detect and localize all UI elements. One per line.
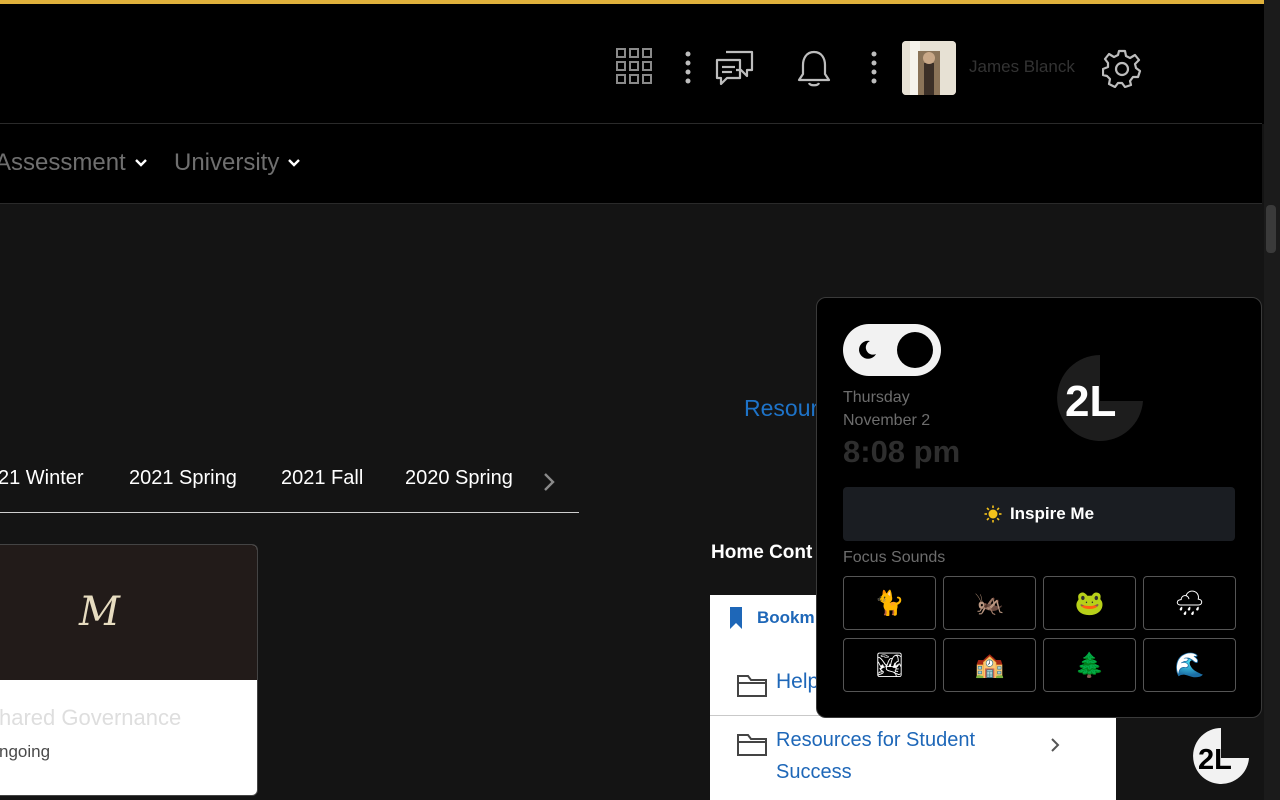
- chevron-right-icon[interactable]: [1050, 737, 1060, 753]
- chevron-right-icon[interactable]: [541, 471, 557, 493]
- course-logo: M: [79, 589, 120, 635]
- messages-icon[interactable]: [714, 48, 756, 88]
- focus-widget-panel: Thursday November 2 8:08 pm 2L Inspire M…: [816, 297, 1262, 718]
- nav-item-label: Assessment: [0, 149, 126, 176]
- inspire-me-button[interactable]: Inspire Me: [843, 487, 1235, 541]
- sun-icon: [984, 505, 1002, 523]
- sound-button-wave[interactable]: 🌊: [1143, 638, 1236, 692]
- bookmark-icon: [730, 607, 742, 629]
- widget-time: 8:08 pm: [843, 434, 961, 469]
- list-item-label[interactable]: Resources for Student Success: [776, 724, 1006, 788]
- scrollbar-thumb[interactable]: [1266, 205, 1276, 253]
- avatar-photo: [902, 41, 956, 95]
- top-bar: James Blanck: [0, 0, 1280, 124]
- cat-icon: 🐈: [874, 589, 905, 617]
- floating-2l-text: 2L: [1198, 744, 1232, 776]
- course-card[interactable]: M hared Governance ngoing: [0, 544, 258, 796]
- list-item-resources-for-student-success[interactable]: Resources for Student Success: [710, 716, 1116, 800]
- brand-logo-2l: 2L: [1057, 355, 1143, 441]
- page-scrollbar[interactable]: [1264, 0, 1280, 800]
- inspire-me-label: Inspire Me: [1009, 504, 1095, 523]
- sound-button-landscape[interactable]: 🏞: [843, 638, 936, 692]
- widget-date: November 2: [843, 412, 931, 429]
- landscape-icon: 🏞: [874, 651, 905, 679]
- pine-tree-icon: 🌲: [1074, 651, 1105, 679]
- frog-icon: 🐸: [1074, 589, 1105, 617]
- sound-button-cat[interactable]: 🐈: [843, 576, 936, 630]
- building-icon: 🏫: [974, 651, 1005, 679]
- settings-gear-icon[interactable]: [1102, 48, 1142, 88]
- notifications-bell-icon[interactable]: [796, 48, 832, 88]
- brand-logo-text: 2L: [1065, 377, 1116, 426]
- tab-2020-spring[interactable]: 2020 Spring: [405, 467, 519, 490]
- course-status: ngoing: [0, 742, 51, 761]
- course-banner: M: [0, 545, 257, 680]
- sound-button-cricket[interactable]: 🦗: [943, 576, 1036, 630]
- toggle-knob: [897, 332, 933, 368]
- widget-day: Thursday: [843, 389, 910, 406]
- bookmarks-label: Bookm: [757, 608, 815, 627]
- focus-sounds-title: Focus Sounds: [843, 549, 946, 566]
- folder-icon: [737, 675, 767, 697]
- tab-2021-fall[interactable]: 2021 Fall: [281, 467, 363, 490]
- course-nav-bar: Assessment University: [0, 124, 1262, 204]
- avatar[interactable]: [902, 41, 956, 95]
- dark-mode-toggle[interactable]: [843, 324, 941, 376]
- list-item-label[interactable]: Help: [776, 670, 819, 694]
- sound-button-rain[interactable]: 🌧: [1143, 576, 1236, 630]
- sound-button-frog[interactable]: 🐸: [1043, 576, 1136, 630]
- tab-21-winter[interactable]: 21 Winter: [0, 467, 84, 490]
- chevron-down-icon: [288, 159, 301, 167]
- nav-item-assessment[interactable]: Assessment: [0, 149, 148, 177]
- vertical-dots-icon: [685, 51, 691, 84]
- focus-sounds-grid: 🐈 🦗 🐸 🌧 🏞 🏫 🌲 🌊: [843, 576, 1237, 692]
- nav-item-label: University: [174, 149, 280, 176]
- wave-icon: 🌊: [1174, 651, 1205, 679]
- vertical-dots-icon: [871, 51, 877, 84]
- sound-button-pine-tree[interactable]: 🌲: [1043, 638, 1136, 692]
- user-name[interactable]: James Blanck: [969, 57, 1075, 77]
- sound-button-building[interactable]: 🏫: [943, 638, 1036, 692]
- folder-icon: [737, 734, 767, 756]
- moon-icon: [859, 340, 876, 359]
- term-tabs: 21 Winter 2021 Spring 2021 Fall 2020 Spr…: [0, 460, 579, 513]
- app-grid-icon[interactable]: [616, 48, 653, 86]
- resources-link[interactable]: Resour: [744, 395, 818, 422]
- rain-cloud-icon: 🌧: [1174, 589, 1205, 617]
- chevron-down-icon: [134, 159, 147, 167]
- floating-2l-button[interactable]: 2L: [1192, 727, 1250, 785]
- tab-2021-spring[interactable]: 2021 Spring: [129, 467, 237, 490]
- home-content-title: Home Cont: [711, 542, 813, 563]
- course-title[interactable]: hared Governance: [0, 705, 181, 731]
- cricket-icon: 🦗: [974, 589, 1005, 617]
- nav-item-university[interactable]: University: [174, 149, 301, 177]
